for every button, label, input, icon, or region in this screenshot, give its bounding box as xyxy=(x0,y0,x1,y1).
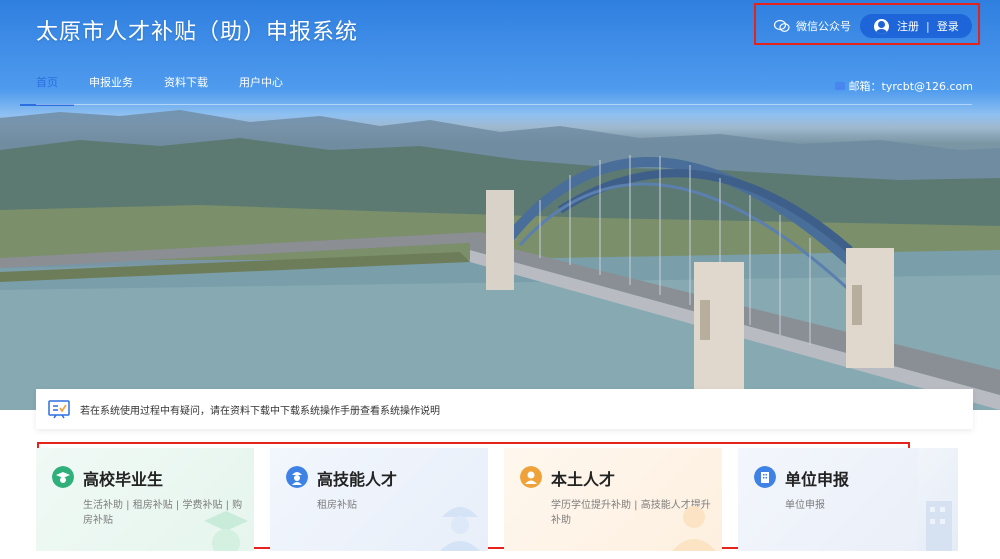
notice-text: 若在系统使用过程中有疑问，请在资料下载中下载系统操作手册查看系统操作说明 xyxy=(80,405,440,417)
card-local-talent[interactable]: 本土人才 学历学位提升补助 | 高技能人才提升补助 xyxy=(504,448,722,551)
nav-downloads[interactable]: 资料下载 xyxy=(164,74,208,106)
email-text: 邮箱：tyrcbt@126.com xyxy=(848,80,973,93)
local-talent-decoration-icon xyxy=(672,506,716,551)
nav-home[interactable]: 首页 xyxy=(20,74,74,106)
user-avatar-icon xyxy=(874,18,889,34)
worker-icon xyxy=(286,466,308,488)
building-icon xyxy=(754,466,776,488)
card-title: 单位申报 xyxy=(785,470,850,489)
wechat-icon xyxy=(774,19,790,32)
bridge-landscape-image xyxy=(0,110,1000,410)
register-link[interactable]: 注册 xyxy=(897,18,919,34)
card-title: 本土人才 xyxy=(551,470,616,489)
user-actions-highlight: 微信公众号 注册 | 登录 xyxy=(754,3,980,45)
auth-pill: 注册 | 登录 xyxy=(860,14,972,38)
local-talent-icon xyxy=(520,466,542,488)
graduate-icon xyxy=(52,466,74,488)
worker-decoration-icon xyxy=(440,507,480,551)
hero-banner: 太原市人才补贴（助）申报系统 微信公众号 注册 | 登录 首页 申报业务 资料下… xyxy=(0,0,1000,410)
login-link[interactable]: 登录 xyxy=(937,18,959,34)
card-partial-next xyxy=(918,448,958,551)
card-college-graduates[interactable]: 高校毕业生 生活补助 | 租房补贴 | 学费补贴 | 购房补贴 xyxy=(36,448,254,551)
mail-icon xyxy=(834,82,845,90)
main-nav: 首页 申报业务 资料下载 用户中心 xyxy=(20,74,314,106)
site-title: 太原市人才补贴（助）申报系统 xyxy=(36,20,359,45)
card-high-skill-talent[interactable]: 高技能人才 租房补贴 xyxy=(270,448,488,551)
contact-email: 邮箱：tyrcbt@126.com xyxy=(834,78,973,94)
card-title: 高校毕业生 xyxy=(83,470,164,489)
building-decoration-icon xyxy=(926,501,952,551)
nav-application-business[interactable]: 申报业务 xyxy=(89,74,133,106)
graduate-decoration-icon xyxy=(204,511,248,551)
nav-divider xyxy=(36,104,972,105)
wechat-label: 微信公众号 xyxy=(796,20,851,33)
nav-user-center[interactable]: 用户中心 xyxy=(239,74,283,106)
notice-bar: 若在系统使用过程中有疑问，请在资料下载中下载系统操作手册查看系统操作说明 xyxy=(36,389,973,429)
notice-board-icon xyxy=(48,400,70,419)
wechat-official-account[interactable]: 微信公众号 xyxy=(774,18,851,34)
auth-separator: | xyxy=(926,19,930,33)
card-title: 高技能人才 xyxy=(317,470,398,489)
